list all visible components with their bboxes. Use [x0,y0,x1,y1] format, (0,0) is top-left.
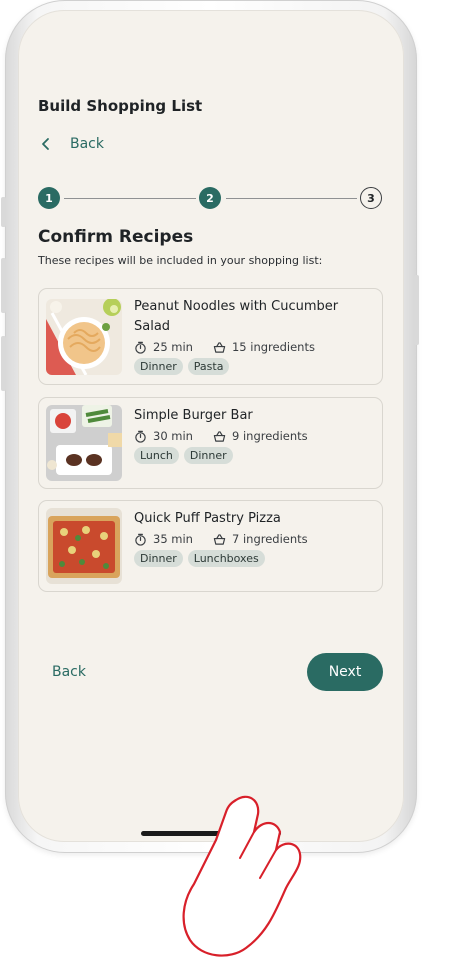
recipe-image [46,508,122,584]
recipe-tags: Dinner Pasta [134,358,372,375]
recipe-time: 35 min [153,532,193,546]
timer-icon [135,341,146,354]
phone-power-button [414,275,419,345]
tag: Dinner [134,550,183,567]
recipe-info: Peanut Noodles with Cucumber Salad 25 mi… [134,297,372,375]
recipe-image [46,405,122,481]
recipe-name: Peanut Noodles with Cucumber Salad [134,299,339,334]
step-2: 2 [199,187,221,209]
stepper-line [226,198,357,199]
recipe-ingredients: 9 ingredients [231,429,308,443]
recipe-tags: Lunch Dinner [134,447,372,464]
phone-side-button [1,258,6,313]
stepper-line [64,198,196,199]
tag: Dinner [134,358,183,375]
phone-side-button [1,336,6,391]
recipe-time: 25 min [153,340,193,354]
section-subtitle: These recipes will be included in your s… [38,254,323,267]
app-screen: Build Shopping List Back 1 2 3 Confirm R… [18,10,404,842]
recipe-name: Quick Puff Pastry Pizza [134,511,281,526]
back-button[interactable]: Back [38,136,104,152]
recipe-info: Quick Puff Pastry Pizza 35 min 7 ingredi… [134,509,372,567]
tag: Dinner [183,447,233,464]
page-title: Build Shopping List [38,97,203,115]
chevron-left-icon [42,138,49,150]
tag: Pasta [187,358,230,375]
step-3: 3 [360,187,382,209]
basket-icon [213,533,226,545]
recipe-card[interactable]: Quick Puff Pastry Pizza 35 min 7 ingredi… [38,500,383,592]
recipe-ingredients: 7 ingredients [231,532,308,546]
phone-side-button [1,197,6,227]
recipe-info: Simple Burger Bar 30 min 9 ingredients L… [134,406,372,464]
step-1: 1 [38,187,60,209]
recipe-time: 30 min [153,429,193,443]
timer-icon [135,430,146,443]
recipe-name: Simple Burger Bar [134,408,253,423]
section-title: Confirm Recipes [38,227,194,247]
recipe-card[interactable]: Peanut Noodles with Cucumber Salad 25 mi… [38,288,383,385]
hand-pointer-icon [182,795,302,957]
next-button[interactable]: Next [307,653,383,691]
timer-icon [135,533,146,546]
basket-icon [213,430,226,442]
back-label: Back [70,136,104,152]
progress-stepper: 1 2 3 [38,187,383,211]
basket-icon [213,341,226,353]
tag: Lunch [134,447,179,464]
recipe-card[interactable]: Simple Burger Bar 30 min 9 ingredients L… [38,397,383,489]
recipe-meta: 30 min 9 ingredients [134,429,372,443]
recipe-meta: 25 min 15 ingredients [134,340,372,354]
tag: Lunchboxes [187,550,265,567]
recipe-tags: Dinner Lunchboxes [134,550,372,567]
recipe-image [46,299,122,375]
recipe-meta: 35 min 7 ingredients [134,532,372,546]
recipe-ingredients: 15 ingredients [231,340,315,354]
footer-back-button[interactable]: Back [52,664,86,680]
